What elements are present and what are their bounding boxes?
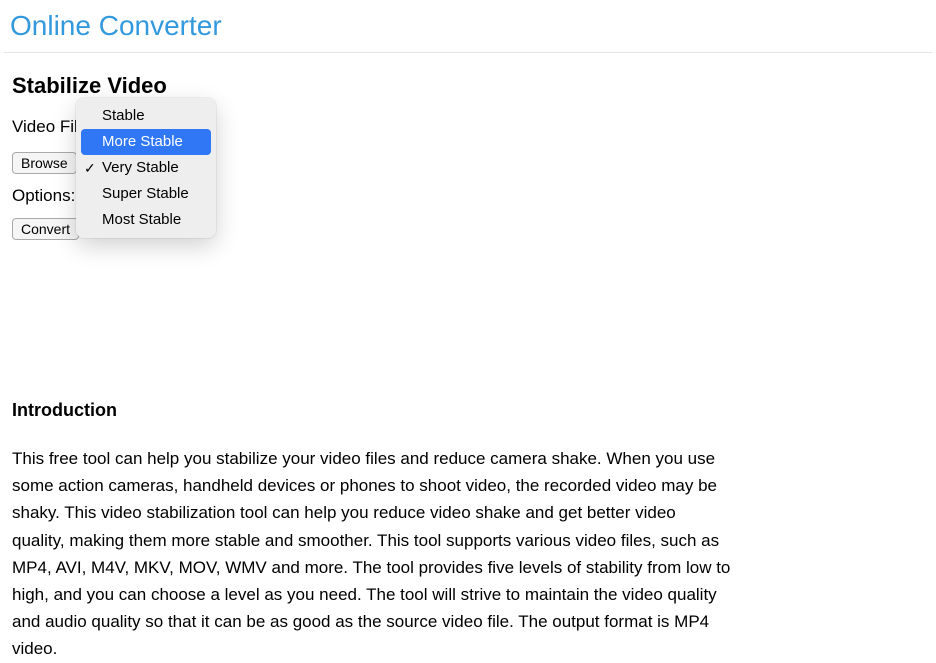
dropdown-option-stable[interactable]: Stable (76, 103, 216, 129)
dropdown-option-very-stable[interactable]: ✓ Very Stable (76, 155, 216, 181)
site-title[interactable]: Online Converter (0, 0, 936, 52)
dropdown-option-label: More Stable (102, 133, 183, 150)
dropdown-option-most-stable[interactable]: Most Stable (76, 207, 216, 233)
dropdown-option-label: Most Stable (102, 211, 181, 228)
dropdown-option-more-stable[interactable]: More Stable (81, 129, 211, 155)
checkmark-icon: ✓ (84, 158, 96, 178)
stability-dropdown[interactable]: Stable More Stable ✓ Very Stable Super S… (76, 98, 216, 238)
dropdown-option-label: Stable (102, 107, 145, 124)
convert-button[interactable]: Convert (12, 218, 79, 240)
page-heading: Stabilize Video (12, 73, 924, 99)
dropdown-option-label: Super Stable (102, 185, 189, 202)
introduction-heading: Introduction (12, 400, 924, 421)
browse-button[interactable]: Browse (12, 152, 77, 174)
dropdown-option-super-stable[interactable]: Super Stable (76, 181, 216, 207)
main-content: Stabilize Video Video File: Browse Optio… (0, 53, 936, 240)
dropdown-option-label: Very Stable (102, 159, 179, 176)
introduction-section: Introduction This free tool can help you… (0, 400, 936, 663)
options-label: Options: (12, 186, 75, 206)
introduction-body: This free tool can help you stabilize yo… (12, 445, 732, 663)
